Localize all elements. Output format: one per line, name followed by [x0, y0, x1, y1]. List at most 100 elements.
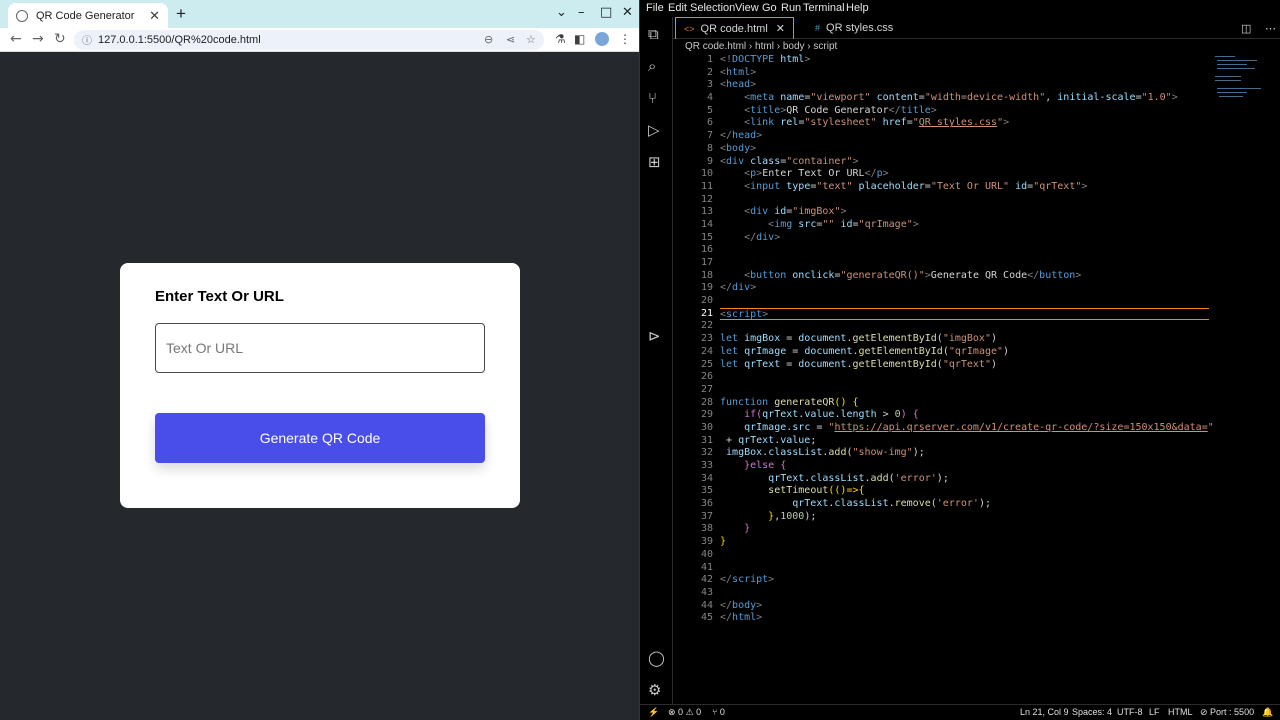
menu-file[interactable]: File	[646, 2, 664, 14]
code-line[interactable]: <body>	[720, 143, 1210, 156]
code-line[interactable]: <div id="imgBox">	[720, 206, 1210, 219]
menu-selection[interactable]: Selection	[690, 2, 735, 14]
close-window-icon[interactable]: ✕	[622, 5, 633, 20]
code-line[interactable]: </script>	[720, 574, 1210, 587]
zoom-icon[interactable]: ⊖	[484, 33, 493, 46]
tab-search-icon[interactable]: ⌄	[556, 5, 567, 20]
code-line[interactable]	[720, 384, 1210, 397]
menu-view[interactable]: View	[735, 2, 759, 14]
language-mode[interactable]: HTML	[1168, 707, 1193, 717]
breadcrumb-item[interactable]: body	[783, 41, 805, 52]
split-editor-icon[interactable]: ◫	[1233, 17, 1259, 39]
menu-go[interactable]: Go	[762, 2, 777, 14]
encoding[interactable]: UTF-8	[1117, 707, 1143, 717]
back-icon[interactable]: ←	[10, 31, 22, 47]
live-server-icon[interactable]: ⊳	[648, 327, 661, 345]
profile-avatar[interactable]	[595, 32, 609, 46]
code-line[interactable]: </body>	[720, 600, 1210, 613]
code-line[interactable]: let qrText = document.getElementById("qr…	[720, 359, 1210, 372]
kebab-menu-icon[interactable]: ⋮	[619, 32, 631, 46]
forward-icon[interactable]: →	[32, 31, 44, 47]
line-ending[interactable]: LF	[1149, 707, 1160, 717]
extensions-icon[interactable]: ⊞	[648, 153, 661, 171]
code-line[interactable]: <input type="text" placeholder="Text Or …	[720, 181, 1210, 194]
code-line[interactable]: qrImage.src = "https://api.qrserver.com/…	[720, 422, 1214, 435]
code-editor[interactable]: <!DOCTYPE html> <html> <head> <meta name…	[720, 54, 1214, 625]
code-line[interactable]: }	[720, 523, 1210, 536]
tab-qr-code-html[interactable]: <> QR code.html ✕	[675, 17, 794, 39]
code-line[interactable]: <img src="" id="qrImage">	[720, 219, 1210, 232]
code-line[interactable]	[720, 562, 1210, 575]
code-line[interactable]: let imgBox = document.getElementById("im…	[720, 333, 1210, 346]
code-line[interactable]	[720, 587, 1210, 600]
code-line[interactable]	[720, 549, 1210, 562]
address-bar[interactable]: ⓘ 127.0.0.1:5500/QR%20code.html ⊖ ⋖ ☆	[74, 30, 544, 50]
reload-icon[interactable]: ↻	[54, 31, 66, 47]
account-icon[interactable]: ◯	[648, 649, 665, 667]
menu-edit[interactable]: Edit	[668, 2, 687, 14]
code-line[interactable]: <div class="container">	[720, 156, 1210, 169]
code-line[interactable]: let qrImage = document.getElementById("q…	[720, 346, 1210, 359]
menu-terminal[interactable]: Terminal	[803, 2, 845, 14]
source-control-icon[interactable]: ⑂	[648, 89, 657, 107]
code-line[interactable]	[720, 257, 1210, 270]
maximize-icon[interactable]: □	[600, 5, 612, 20]
code-line[interactable]: }	[720, 536, 1210, 549]
cursor-position[interactable]: Ln 21, Col 9	[1020, 707, 1069, 717]
site-info-icon[interactable]: ⓘ	[82, 32, 92, 47]
run-debug-icon[interactable]: ▷	[648, 121, 660, 139]
code-line[interactable]: <html>	[720, 67, 1210, 80]
code-line-current[interactable]: <script>	[720, 307, 1209, 321]
code-line[interactable]	[720, 320, 1210, 333]
code-line[interactable]	[720, 194, 1210, 207]
code-line[interactable]: }else {	[720, 460, 1210, 473]
code-line[interactable]: <head>	[720, 79, 1210, 92]
breadcrumb-item[interactable]: QR code.html	[685, 41, 746, 52]
live-server-port[interactable]: ⊘ Port : 5500	[1200, 707, 1254, 718]
code-line[interactable]: </html>	[720, 612, 1210, 625]
code-line[interactable]: <title>QR Code Generator</title>	[720, 105, 1210, 118]
code-line[interactable]: if(qrText.value.length > 0) {	[720, 409, 1210, 422]
code-line[interactable]: <meta name="viewport" content="width=dev…	[720, 92, 1210, 105]
indentation[interactable]: Spaces: 4	[1072, 707, 1112, 717]
code-line[interactable]: <!DOCTYPE html>	[720, 54, 1210, 67]
breadcrumb-item[interactable]: html	[755, 41, 774, 52]
code-line[interactable]: qrText.classList.remove('error');	[720, 498, 1210, 511]
generate-qr-button[interactable]: Generate QR Code	[155, 413, 485, 463]
code-line[interactable]: },1000);	[720, 511, 1210, 524]
code-line[interactable]: <p>Enter Text Or URL</p>	[720, 168, 1210, 181]
minimize-icon[interactable]: –	[578, 5, 585, 20]
menu-run[interactable]: Run	[781, 2, 801, 14]
code-line[interactable]: </div>	[720, 282, 1210, 295]
code-line[interactable]: imgBox.classList.add("show-img");	[720, 447, 1210, 460]
share-icon[interactable]: ⋖	[506, 33, 515, 46]
more-actions-icon[interactable]: ⋯	[1257, 17, 1280, 39]
tab-qr-styles-css[interactable]: # QR styles.css	[807, 17, 901, 39]
remote-icon[interactable]: ⚡	[648, 707, 659, 718]
code-line[interactable]: function generateQR() {	[720, 397, 1210, 410]
new-tab-button[interactable]: +	[176, 4, 186, 24]
code-line[interactable]: <button onclick="generateQR()">Generate …	[720, 270, 1210, 283]
code-line[interactable]	[720, 295, 1210, 308]
code-line[interactable]: </div>	[720, 232, 1210, 245]
url-text[interactable]: 127.0.0.1:5500/QR%20code.html	[98, 34, 261, 46]
problems-indicator[interactable]: ⊗ 0 ⚠ 0	[668, 707, 701, 718]
code-line[interactable]: </head>	[720, 130, 1210, 143]
settings-gear-icon[interactable]: ⚙	[648, 681, 661, 699]
code-line[interactable]: setTimeout(()=>{	[720, 485, 1210, 498]
tab-close-icon[interactable]: ✕	[149, 8, 160, 24]
extension-icon[interactable]: ⚗	[555, 32, 566, 46]
text-url-input[interactable]	[155, 323, 485, 373]
code-line[interactable]: qrText.classList.add('error');	[720, 473, 1210, 486]
breadcrumb-item[interactable]: script	[813, 41, 837, 52]
sidepanel-icon[interactable]: ◧	[574, 32, 585, 46]
bookmark-star-icon[interactable]: ☆	[526, 33, 536, 46]
explorer-icon[interactable]: ⧉	[648, 25, 659, 43]
minimap[interactable]	[1215, 54, 1275, 114]
close-tab-icon[interactable]: ✕	[776, 22, 785, 35]
browser-tab[interactable]: QR Code Generator ✕	[8, 3, 168, 28]
code-line[interactable]	[720, 371, 1210, 384]
menu-help[interactable]: Help	[846, 2, 869, 14]
ports-indicator[interactable]: ⑂ 0	[712, 707, 725, 717]
code-line[interactable]: + qrText.value;	[720, 435, 1210, 448]
